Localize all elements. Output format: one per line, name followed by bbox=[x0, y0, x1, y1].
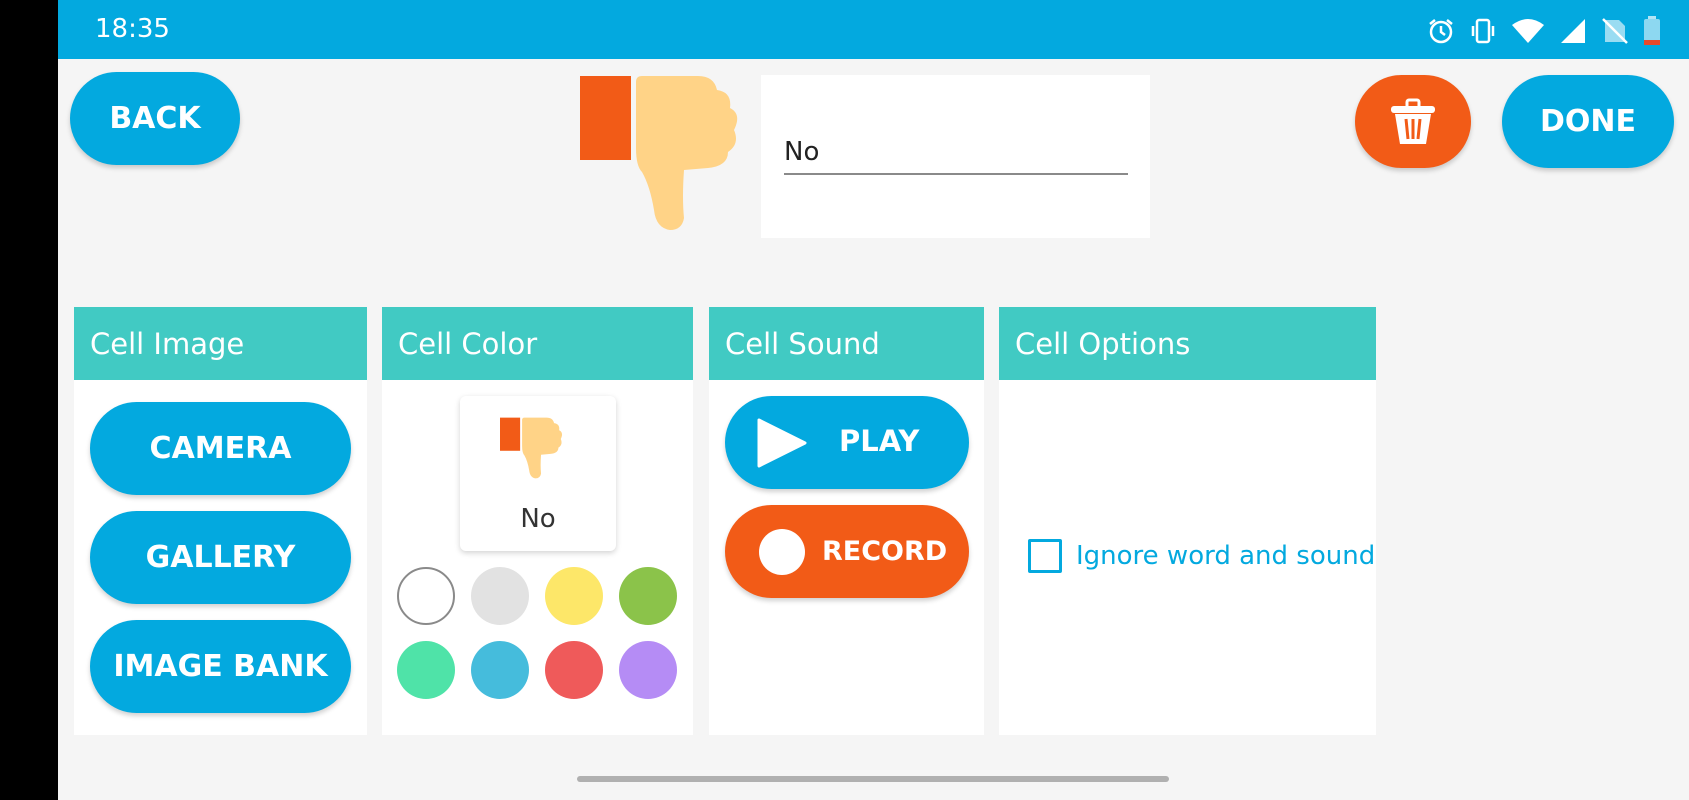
record-icon bbox=[759, 529, 805, 575]
cell-image-panel: Cell Image CAMERA GALLERY IMAGE BANK bbox=[74, 307, 367, 735]
color-swatch-purple[interactable] bbox=[619, 641, 677, 699]
ignore-word-sound-option[interactable]: Ignore word and sound bbox=[1028, 539, 1375, 573]
back-button-label: BACK bbox=[109, 101, 201, 136]
thumbs-down-icon bbox=[500, 417, 563, 479]
word-panel bbox=[761, 75, 1150, 238]
play-button[interactable]: PLAY bbox=[725, 396, 969, 489]
trash-icon bbox=[1391, 98, 1435, 144]
done-button[interactable]: DONE bbox=[1502, 75, 1674, 168]
image-bank-button-label: IMAGE BANK bbox=[113, 649, 328, 684]
camera-button[interactable]: CAMERA bbox=[90, 402, 351, 495]
ignore-checkbox[interactable] bbox=[1028, 539, 1062, 573]
cell-sound-header: Cell Sound bbox=[709, 307, 984, 380]
color-swatch-green[interactable] bbox=[619, 567, 677, 625]
color-swatch-yellow[interactable] bbox=[545, 567, 603, 625]
color-swatch-blue[interactable] bbox=[471, 641, 529, 699]
cell-color-header: Cell Color bbox=[382, 307, 693, 380]
camera-button-label: CAMERA bbox=[149, 431, 292, 466]
wifi-icon bbox=[1512, 19, 1544, 43]
delete-button[interactable] bbox=[1355, 75, 1471, 168]
thumbs-down-icon bbox=[580, 76, 738, 230]
color-swatch-white[interactable] bbox=[397, 567, 455, 625]
back-button[interactable]: BACK bbox=[70, 72, 240, 165]
cell-sound-panel: Cell Sound PLAY RECORD bbox=[709, 307, 984, 735]
alarm-icon bbox=[1429, 19, 1453, 44]
done-button-label: DONE bbox=[1539, 104, 1636, 139]
play-icon bbox=[757, 418, 807, 468]
word-input[interactable] bbox=[784, 137, 1128, 175]
play-button-label: PLAY bbox=[839, 424, 920, 458]
status-icons bbox=[1427, 16, 1661, 46]
color-swatch-gray[interactable] bbox=[471, 567, 529, 625]
record-button[interactable]: RECORD bbox=[725, 505, 969, 598]
image-bank-button[interactable]: IMAGE BANK bbox=[90, 620, 351, 713]
ignore-checkbox-label: Ignore word and sound bbox=[1076, 541, 1376, 571]
status-time: 18:35 bbox=[95, 14, 170, 44]
home-indicator[interactable] bbox=[577, 776, 1169, 782]
vibrate-icon bbox=[1471, 18, 1495, 44]
cell-preview: No bbox=[460, 396, 616, 551]
cell-preview-label: No bbox=[520, 504, 556, 534]
record-button-label: RECORD bbox=[822, 536, 948, 567]
cell-options-header: Cell Options bbox=[999, 307, 1376, 380]
gallery-button[interactable]: GALLERY bbox=[90, 511, 351, 604]
battery-icon bbox=[1644, 16, 1660, 45]
cell-options-panel: Cell Options Ignore word and sound bbox=[999, 307, 1376, 735]
gallery-button-label: GALLERY bbox=[145, 540, 296, 575]
status-bar: 18:35 bbox=[58, 0, 1689, 59]
signal-icon bbox=[1561, 19, 1585, 43]
no-sim-icon bbox=[1602, 18, 1628, 44]
screen: 18:35 BACK No DONE Cell Image CAMERA GAL… bbox=[58, 0, 1689, 800]
color-swatch-red[interactable] bbox=[545, 641, 603, 699]
cell-color-panel: Cell Color No bbox=[382, 307, 693, 735]
color-swatch-mint[interactable] bbox=[397, 641, 455, 699]
cell-image-header: Cell Image bbox=[74, 307, 367, 380]
